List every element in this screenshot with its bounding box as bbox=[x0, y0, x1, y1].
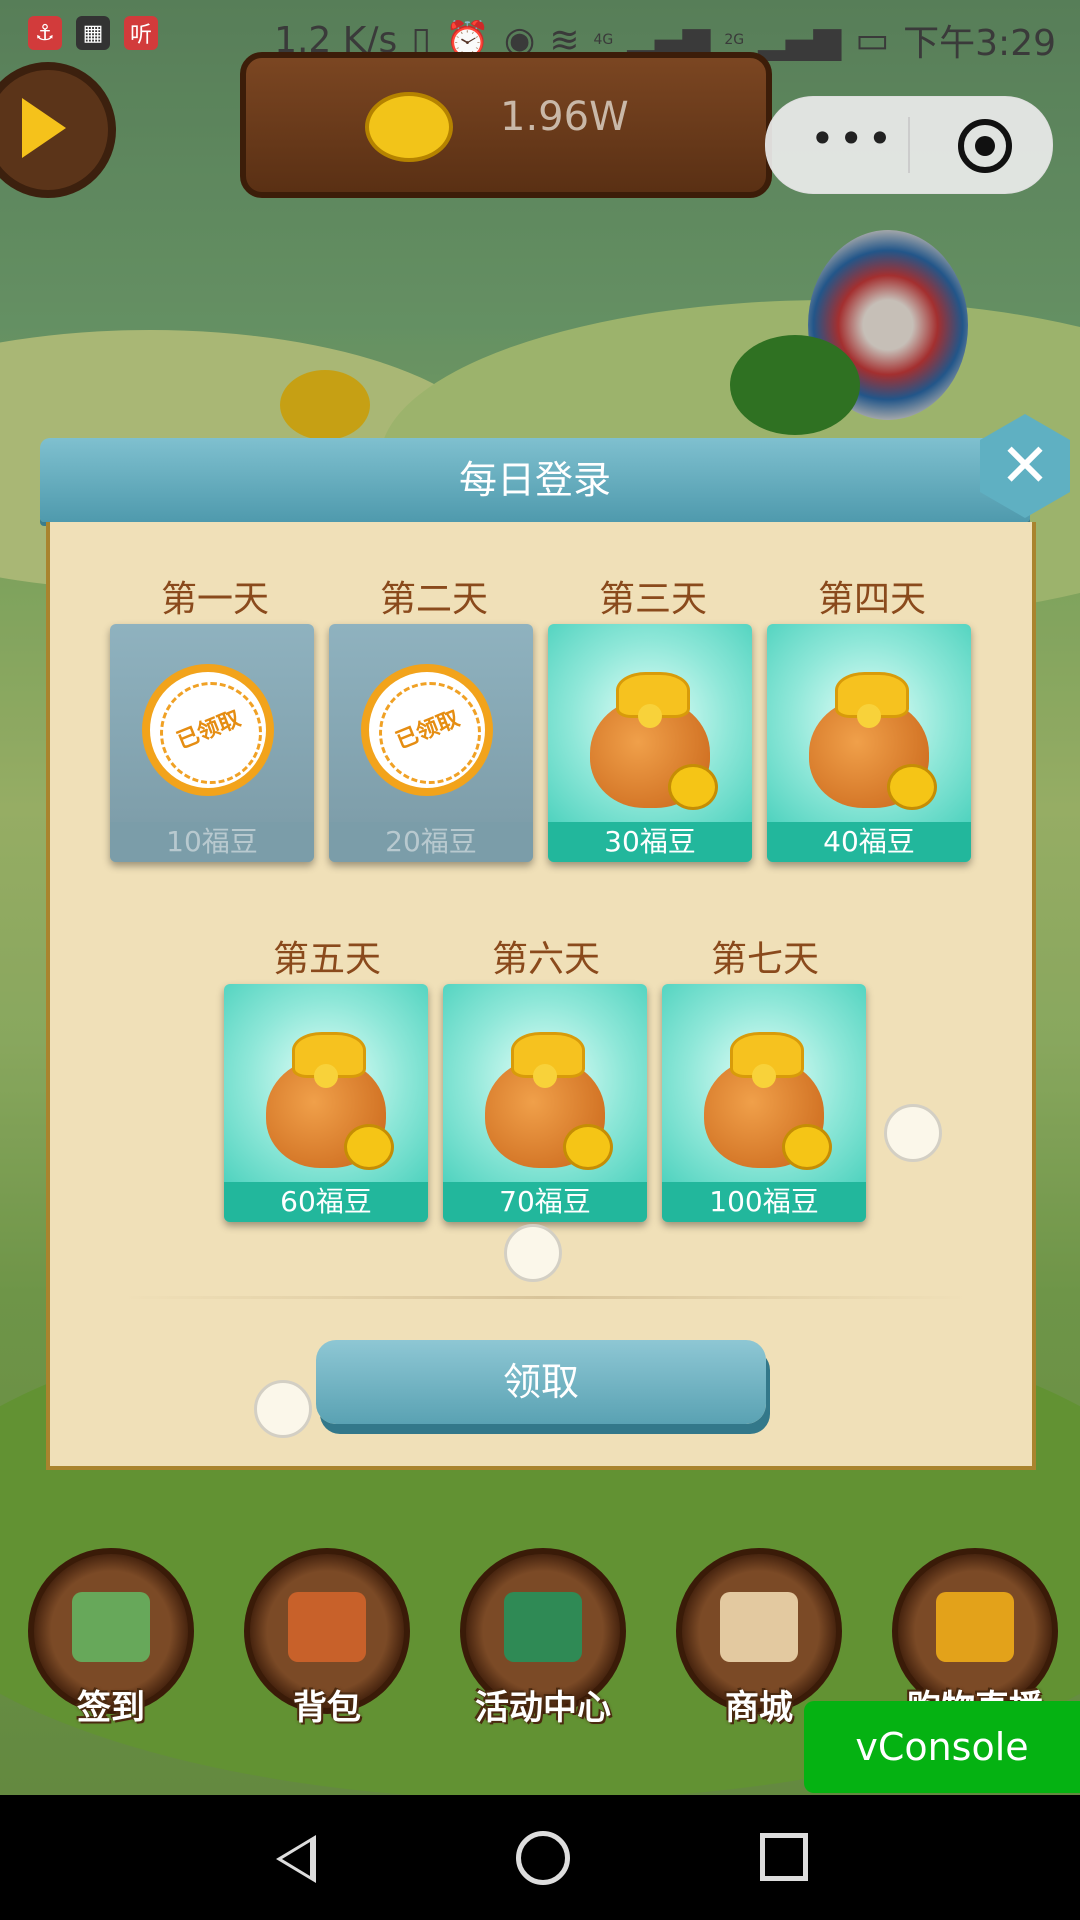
mini-program-capsule: ••• bbox=[765, 96, 1053, 194]
day-card-6[interactable]: 70福豆 bbox=[443, 984, 647, 1222]
day-card-1[interactable]: 已领取 10福豆 bbox=[110, 624, 314, 862]
anchor-icon: ⚓ bbox=[28, 16, 62, 50]
book-icon bbox=[504, 1592, 582, 1662]
reward-amount: 30福豆 bbox=[548, 822, 752, 862]
shop-icon bbox=[720, 1592, 798, 1662]
day-label: 第二天 bbox=[379, 579, 488, 620]
battery-icon: ▭ bbox=[855, 19, 890, 61]
nav-label: 活动中心 bbox=[475, 1688, 611, 1728]
listen-app-label: 听 bbox=[129, 23, 152, 48]
money-bag-icon bbox=[809, 668, 937, 810]
daily-login-dialog: 第一天 已领取 10福豆 第二天 已领取 20福豆 第三天 30福豆 第四天 4… bbox=[46, 522, 1036, 1470]
day-label: 第一天 bbox=[160, 579, 269, 620]
target-icon[interactable] bbox=[958, 119, 1012, 173]
backpack-icon bbox=[288, 1592, 366, 1662]
signal-2g-label: 2G bbox=[724, 32, 745, 48]
day-card-5[interactable]: 60福豆 bbox=[224, 984, 428, 1222]
nav-label: 背包 bbox=[293, 1688, 361, 1728]
dialog-header: 每日登录 bbox=[40, 438, 1030, 522]
divider bbox=[120, 1296, 970, 1299]
system-navigation-bar bbox=[0, 1795, 1080, 1920]
clapper-icon: ▦ bbox=[76, 16, 110, 50]
day-card-2[interactable]: 已领取 20福豆 bbox=[329, 624, 533, 862]
vconsole-button[interactable]: vConsole bbox=[804, 1701, 1080, 1793]
day-label: 第四天 bbox=[817, 579, 926, 620]
nav-label: 签到 bbox=[77, 1688, 145, 1728]
home-icon[interactable] bbox=[516, 1831, 570, 1885]
listen-app-icon: 听 bbox=[124, 16, 158, 50]
money-bag-icon bbox=[590, 668, 718, 810]
day-label: 第七天 bbox=[710, 939, 819, 980]
reward-amount: 40福豆 bbox=[767, 822, 971, 862]
play-icon bbox=[22, 98, 66, 158]
reward-amount: 10福豆 bbox=[110, 822, 314, 862]
dialog-title: 每日登录 bbox=[458, 458, 611, 502]
money-bag-icon bbox=[704, 1028, 832, 1170]
touch-indicator bbox=[254, 1380, 312, 1438]
more-dots-icon[interactable]: ••• bbox=[810, 118, 896, 160]
tv-icon bbox=[936, 1592, 1014, 1662]
coin-icon bbox=[365, 92, 453, 162]
day-label: 第六天 bbox=[491, 939, 600, 980]
back-icon[interactable] bbox=[276, 1835, 316, 1883]
day-label: 第三天 bbox=[598, 579, 707, 620]
touch-indicator bbox=[884, 1104, 942, 1162]
claimed-stamp-icon: 已领取 bbox=[142, 664, 274, 796]
reward-amount: 20福豆 bbox=[329, 822, 533, 862]
recents-icon[interactable] bbox=[760, 1833, 808, 1881]
day-card-3[interactable]: 30福豆 bbox=[548, 624, 752, 862]
map-icon bbox=[72, 1592, 150, 1662]
touch-indicator bbox=[504, 1224, 562, 1282]
claim-button[interactable]: 领取 bbox=[316, 1340, 766, 1424]
signal-icon: ▂▄▆ bbox=[758, 19, 842, 61]
reward-amount: 60福豆 bbox=[224, 1182, 428, 1222]
claim-button-label: 领取 bbox=[502, 1360, 579, 1404]
clock: 下午3:29 bbox=[903, 23, 1056, 64]
day-card-7[interactable]: 100福豆 bbox=[662, 984, 866, 1222]
money-bag-icon bbox=[266, 1028, 394, 1170]
coin-balance: 1.96W bbox=[500, 94, 629, 140]
capsule-divider bbox=[908, 117, 910, 173]
claimed-stamp-icon: 已领取 bbox=[361, 664, 493, 796]
reward-amount: 70福豆 bbox=[443, 1182, 647, 1222]
day-label: 第五天 bbox=[272, 939, 381, 980]
reward-amount: 100福豆 bbox=[662, 1182, 866, 1222]
day-card-4[interactable]: 40福豆 bbox=[767, 624, 971, 862]
signal-4g-label: 4G bbox=[593, 32, 614, 48]
money-bag-icon bbox=[485, 1028, 613, 1170]
